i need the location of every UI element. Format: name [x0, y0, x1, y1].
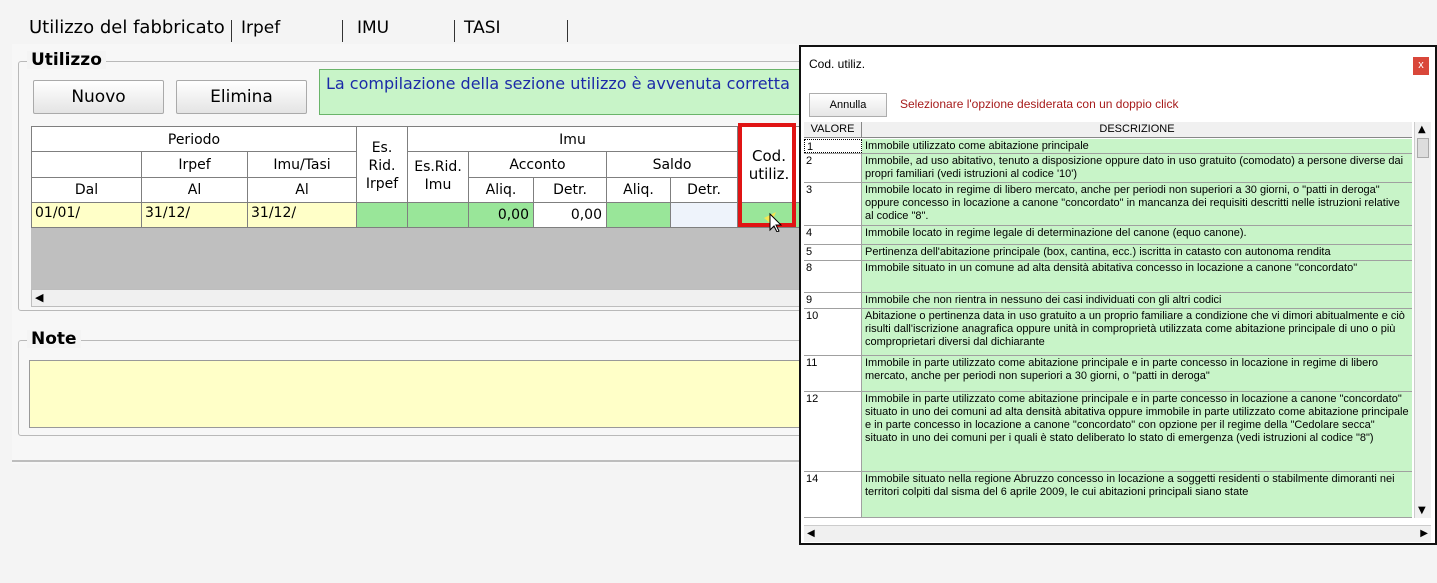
- tab-separator: [231, 20, 232, 42]
- tab-separator: [567, 20, 568, 42]
- grid-horizontal-scrollbar[interactable]: ◀: [31, 289, 801, 307]
- header-es-rid-imu: Es.Rid. Imu: [408, 152, 469, 203]
- tab-imu[interactable]: IMU: [351, 14, 395, 42]
- header-irpef: Irpef: [142, 152, 248, 178]
- header-periodo: Periodo: [31, 126, 357, 152]
- item-value: 4: [804, 226, 862, 244]
- item-value: 1: [804, 139, 862, 153]
- cell-es-rid-irpef[interactable]: [357, 203, 408, 228]
- item-value: 2: [804, 154, 862, 182]
- list-vertical-scrollbar[interactable]: ▲ ▼: [1414, 122, 1431, 518]
- scroll-right-icon[interactable]: ▶: [1420, 528, 1428, 539]
- item-description: Abitazione o pertinenza data in uso grat…: [862, 309, 1412, 355]
- item-value: 14: [804, 472, 862, 517]
- tab-irpef[interactable]: Irpef: [235, 14, 286, 42]
- header-imu: Imu: [408, 126, 738, 152]
- item-description: Immobile locato in regime di libero merc…: [862, 183, 1412, 225]
- item-value: 9: [804, 293, 862, 308]
- item-description: Immobile in parte utilizzato come abitaz…: [862, 392, 1412, 471]
- cancel-button[interactable]: Annulla: [809, 93, 887, 117]
- item-description: Immobile che non rientra in nessuno dei …: [862, 293, 1412, 308]
- list-item[interactable]: 9 Immobile che non rientra in nessuno de…: [804, 293, 1412, 309]
- list-item[interactable]: 3 Immobile locato in regime di libero me…: [804, 183, 1412, 226]
- header-saldo-detr: Detr.: [671, 178, 738, 203]
- header-al-irpef: Al: [142, 178, 248, 203]
- cod-utiliz-dialog: Cod. utiliz. x Annulla Selezionare l'opz…: [799, 45, 1437, 545]
- item-value: 8: [804, 261, 862, 292]
- mouse-cursor-icon: [764, 212, 783, 232]
- item-description: Pertinenza dell'abitazione principale (b…: [862, 245, 1412, 260]
- item-value: 5: [804, 245, 862, 260]
- cell-al-irpef[interactable]: 31/12/: [142, 203, 248, 228]
- scroll-left-icon[interactable]: ◀: [807, 528, 815, 539]
- list-item[interactable]: 11 Immobile in parte utilizzato come abi…: [804, 356, 1412, 392]
- item-description: Immobile situato in un comune ad alta de…: [862, 261, 1412, 292]
- list-item[interactable]: 4 Immobile locato in regime legale di de…: [804, 226, 1412, 245]
- header-imu-tasi: Imu/Tasi: [248, 152, 357, 178]
- list-item[interactable]: 5 Pertinenza dell'abitazione principale …: [804, 245, 1412, 261]
- divider: [12, 460, 802, 462]
- item-description: Immobile locato in regime legale di dete…: [862, 226, 1412, 244]
- new-button[interactable]: Nuovo: [33, 80, 164, 114]
- status-message: La compilazione della sezione utilizzo è…: [319, 69, 809, 115]
- delete-button[interactable]: Elimina: [176, 80, 307, 114]
- cell-saldo-aliq[interactable]: [607, 203, 671, 228]
- cell-dal[interactable]: 01/01/: [31, 203, 142, 228]
- list-item[interactable]: 10 Abitazione o pertinenza data in uso g…: [804, 309, 1412, 356]
- header-empty: [31, 152, 142, 178]
- cell-acconto-aliq[interactable]: 0,00: [469, 203, 534, 228]
- header-al-imu: Al: [248, 178, 357, 203]
- list-item[interactable]: 1 Immobile utilizzato come abitazione pr…: [804, 139, 1412, 154]
- scroll-left-icon[interactable]: ◀: [35, 291, 43, 304]
- header-es-rid-irpef: Es. Rid. Irpef: [357, 126, 408, 203]
- grid-empty-area: [31, 228, 801, 289]
- tab-separator: [454, 20, 455, 42]
- item-value: 11: [804, 356, 862, 391]
- notes-title: Note: [27, 330, 81, 348]
- close-icon[interactable]: x: [1413, 57, 1429, 75]
- list-item[interactable]: 8 Immobile situato in un comune ad alta …: [804, 261, 1412, 293]
- cell-al-imu[interactable]: 31/12/: [248, 203, 357, 228]
- header-valore: VALORE: [804, 122, 862, 138]
- item-description: Immobile, ad uso abitativo, tenuto a dis…: [862, 154, 1412, 182]
- list-header: VALORE DESCRIZIONE: [804, 122, 1412, 138]
- header-acconto: Acconto: [469, 152, 607, 178]
- cell-es-rid-imu[interactable]: [408, 203, 469, 228]
- tab-utilizzo-fabbricato[interactable]: Utilizzo del fabbricato: [23, 14, 231, 42]
- cell-saldo-detr[interactable]: [671, 203, 738, 228]
- list-horizontal-scrollbar[interactable]: ◀ ▶: [804, 525, 1431, 542]
- header-saldo: Saldo: [607, 152, 738, 178]
- item-value: 10: [804, 309, 862, 355]
- header-dal: Dal: [31, 178, 142, 203]
- item-description: Immobile in parte utilizzato come abitaz…: [862, 356, 1412, 391]
- list-item[interactable]: 12 Immobile in parte utilizzato come abi…: [804, 392, 1412, 472]
- scroll-up-icon[interactable]: ▲: [1418, 124, 1426, 135]
- notes-textarea[interactable]: [29, 360, 809, 428]
- tab-separator: [342, 20, 343, 42]
- dialog-hint: Selezionare l'opzione desiderata con un …: [900, 97, 1179, 111]
- item-value: 12: [804, 392, 862, 471]
- header-saldo-aliq: Aliq.: [607, 178, 671, 203]
- list-item[interactable]: 14 Immobile situato nella regione Abruzz…: [804, 472, 1412, 518]
- utilizzo-title: Utilizzo: [27, 51, 106, 69]
- header-acconto-aliq: Aliq.: [469, 178, 534, 203]
- cell-acconto-detr[interactable]: 0,00: [534, 203, 607, 228]
- header-acconto-detr: Detr.: [534, 178, 607, 203]
- item-description: Immobile utilizzato come abitazione prin…: [862, 139, 1412, 153]
- header-descrizione: DESCRIZIONE: [1099, 123, 1175, 135]
- scroll-thumb[interactable]: [1417, 138, 1429, 158]
- scroll-down-icon[interactable]: ▼: [1418, 505, 1426, 516]
- tab-tasi[interactable]: TASI: [458, 14, 507, 42]
- item-value: 3: [804, 183, 862, 225]
- list-item[interactable]: 2 Immobile, ad uso abitativo, tenuto a d…: [804, 154, 1412, 183]
- dialog-title: Cod. utiliz.: [809, 57, 866, 71]
- item-description: Immobile situato nella regione Abruzzo c…: [862, 472, 1412, 517]
- options-list[interactable]: VALORE DESCRIZIONE 1 Immobile utilizzato…: [804, 122, 1412, 518]
